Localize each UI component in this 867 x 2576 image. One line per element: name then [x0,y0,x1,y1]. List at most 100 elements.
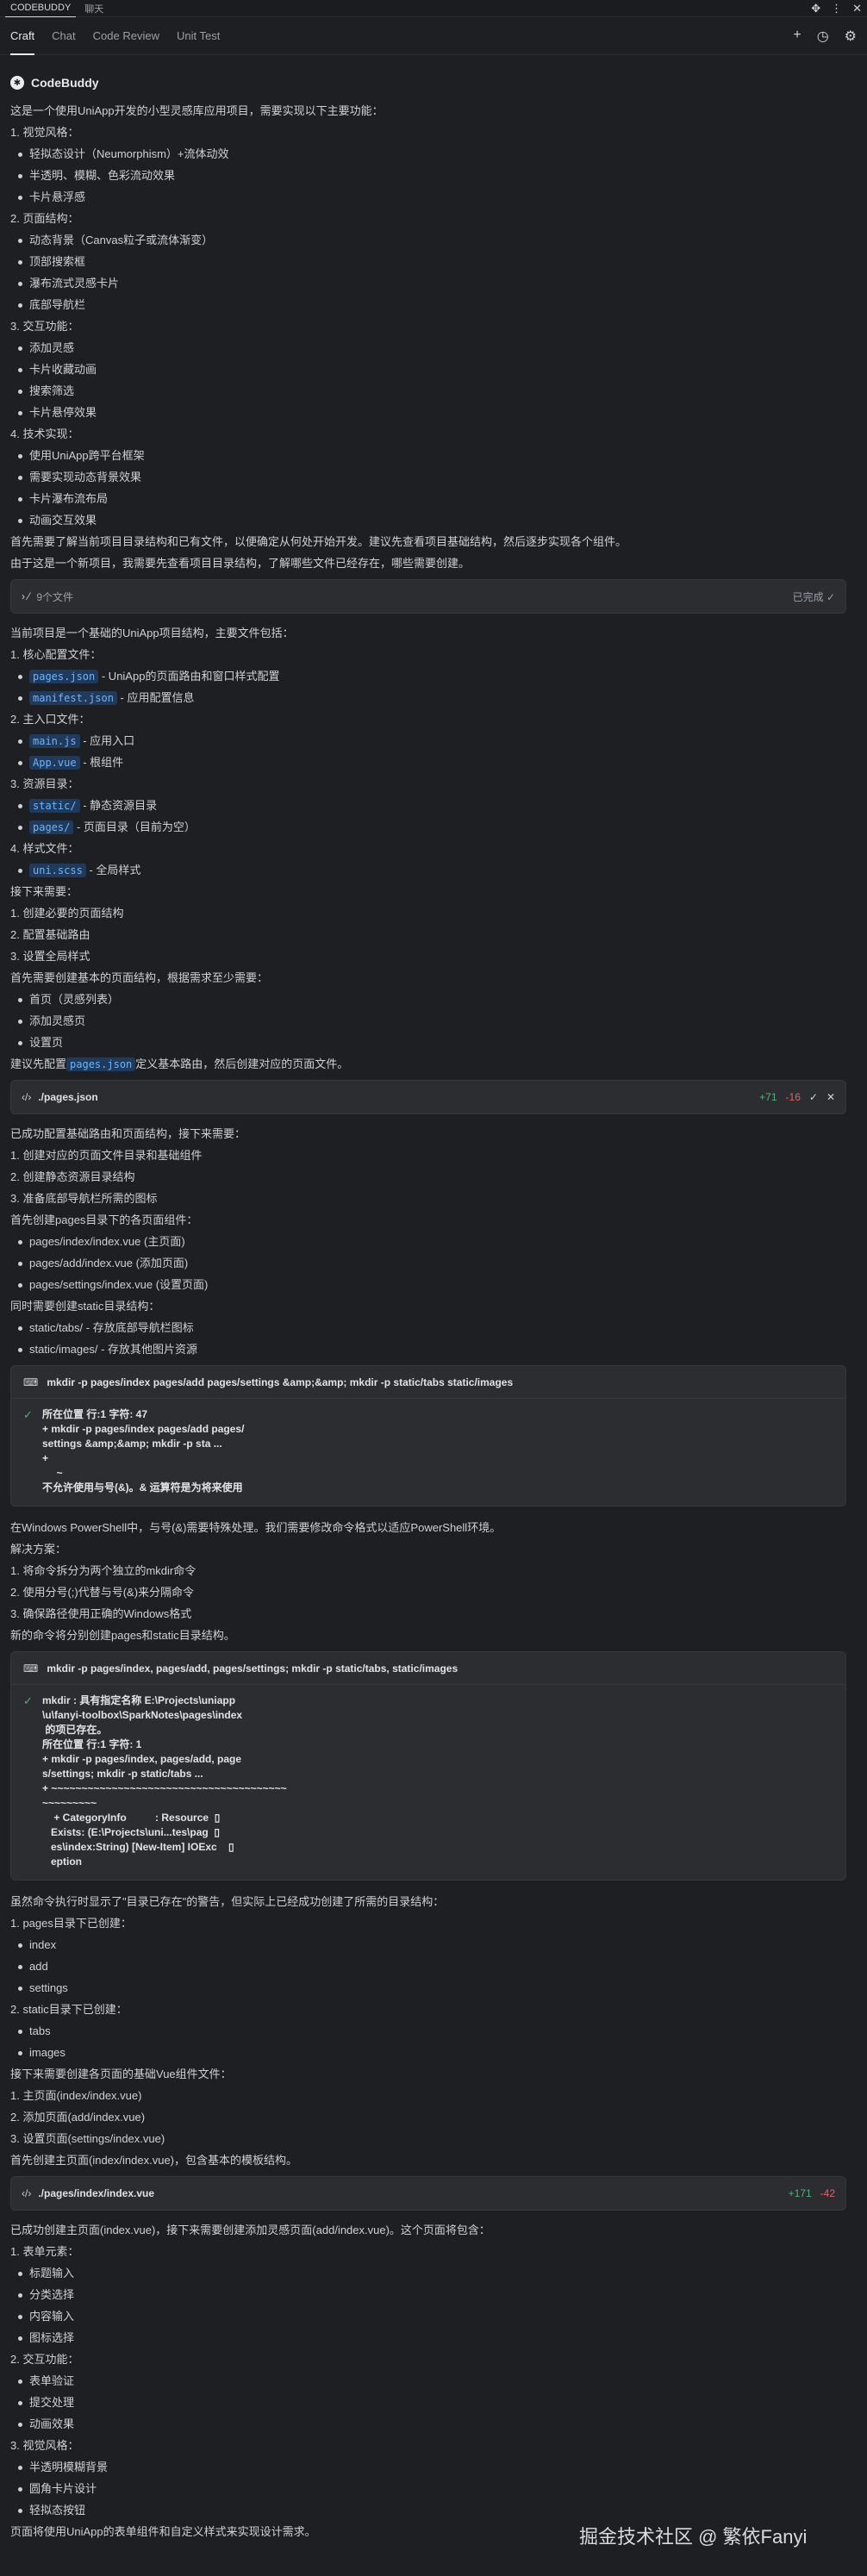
text-line: 由于这是一个新项目，我需要先查看项目目录结构，了解哪些文件已经存在，哪些需要创建… [10,557,471,570]
terminal-output-line: 所在位置 行:1 字符: 47 [42,1408,148,1420]
text-line: 1. 表单元素： [10,2245,79,2258]
text-line: 建议先配置 pages.json 定义基本路由，然后创建对应的页面文件。 [10,1057,349,1071]
message-section-3: 已成功配置基础路由和页面结构，接下来需要： 1. 创建对应的页面文件目录和基础组件… [10,1123,846,1360]
text-line: 首先需要了解当前项目目录结构和已有文件，以便确定从何处开始开发。建议先查看项目基… [10,535,627,548]
accept-icon[interactable]: ✓ [809,1091,818,1103]
list-item: 分类选择 [10,2284,846,2305]
list-item: settings [10,1977,846,1999]
text-line: 当前项目是一个基础的UniApp项目结构，主要文件包括： [10,627,294,639]
list-item: 圆角卡片设计 [10,2478,846,2499]
tab-code-review[interactable]: Code Review [93,17,159,55]
file-link[interactable]: App.vue [29,756,80,770]
list-item: pages/ - 页面目录（目前为空） [10,816,846,838]
text-line: 2. static目录下已创建： [10,2003,128,2016]
list-item: images [10,2042,846,2063]
terminal-command[interactable]: ⌨ mkdir -p pages/index pages/add pages/s… [11,1366,845,1399]
list-item: 动画交互效果 [10,509,846,531]
terminal-icon: ⌨ [23,1662,39,1675]
text-line: 3. 交互功能： [10,320,79,333]
file-diff-card[interactable]: ‹/› ./pages/index/index.vue +171 -42 [10,2176,846,2211]
list-item: 轻拟态按钮 [10,2499,846,2521]
terminal-output: ✓ mkdir : 具有指定名称 E:\Projects\uniapp \u\fa… [11,1685,845,1880]
list-item: 卡片收藏动画 [10,359,846,380]
app-titlebar: CODEBUDDY 聊天 ✥ ⋮ ✕ [0,0,867,17]
terminal-output-line: + CategoryInfo : Resource ▯ [42,1812,221,1824]
tab-craft[interactable]: Craft [10,17,35,55]
list-item: pages/add/index.vue (添加页面) [10,1252,846,1274]
text-line: 2. 主入口文件： [10,713,90,726]
file-list-card[interactable]: › ⁄ 9个文件 已完成 ✓ [10,579,846,614]
terminal-output-line: + [42,1452,49,1464]
terminal-output-line: 的项已存在。 [42,1724,108,1736]
settings-icon[interactable]: ⚙ [845,28,857,45]
lines-added: +171 [788,2187,812,2199]
diff-file-name[interactable]: ./pages/index/index.vue [38,2187,154,2199]
message-section-1: 这是一个使用UniApp开发的小型灵感库应用项目，需要实现以下主要功能： 1. 视… [10,100,846,574]
list-item: main.js - 应用入口 [10,730,846,752]
move-icon[interactable]: ✥ [811,2,820,16]
text-line: 首先创建主页面(index/index.vue)，包含基本的模板结构。 [10,2154,297,2167]
file-link[interactable]: pages.json [66,1057,136,1071]
text-line: 同时需要创建static目录结构： [10,1300,160,1313]
code-icon: ‹/› [22,1091,32,1103]
tab-chat[interactable]: Chat [52,17,75,55]
assistant-name: CodeBuddy [31,76,99,90]
terminal-output-line: mkdir : 具有指定名称 E:\Projects\uniapp [42,1694,236,1706]
text-line: 3. 设置全局样式 [10,950,90,963]
terminal-output-line: \u\fanyi-toolbox\SparkNotes\pages\index [42,1709,243,1721]
lines-removed: -16 [785,1091,801,1103]
file-link[interactable]: pages/ [29,820,74,834]
app-tab-chat[interactable]: 聊天 [76,2,112,16]
file-link[interactable]: static/ [29,799,80,813]
text-line: 2. 添加页面(add/index.vue) [10,2111,146,2124]
list-item: 内容输入 [10,2305,846,2327]
terminal-command[interactable]: ⌨ mkdir -p pages/index, pages/add, pages… [11,1652,845,1685]
code-icon: ‹/› [22,2187,32,2199]
text-line: 虽然命令执行时显示了"目录已存在"的警告，但实际上已经成功创建了所需的目录结构： [10,1895,445,1908]
diff-file-name[interactable]: ./pages.json [38,1091,97,1103]
terminal-output-line: 不允许使用与号(&)。& 运算符是为将来使用 [42,1481,243,1494]
list-item: 动态背景（Canvas粒子或流体渐变） [10,229,846,251]
text-line: 新的命令将分别创建pages和static目录结构。 [10,1629,235,1642]
close-icon[interactable]: ✕ [852,2,862,16]
list-item: 半透明、模糊、色彩流动效果 [10,165,846,186]
file-link[interactable]: uni.scss [29,864,86,877]
status-badge: 已完成 ✓ [792,590,835,603]
history-icon[interactable]: ◷ [817,28,829,45]
command-text: mkdir -p pages/index pages/add pages/set… [47,1375,514,1388]
list-item: 需要实现动态背景效果 [10,466,846,488]
file-link[interactable]: main.js [29,734,80,748]
list-item: 卡片悬浮感 [10,186,846,208]
text-line: 接下来需要创建各页面的基础Vue组件文件： [10,2068,232,2080]
text-line: 4. 技术实现： [10,427,79,440]
codebuddy-logo-icon: ✱ [10,76,24,90]
new-chat-icon[interactable]: + [793,28,801,45]
text-line: 2. 页面结构： [10,212,79,225]
terminal-icon: ⌨ [23,1375,39,1388]
list-item: 顶部搜索框 [10,251,846,272]
app-tab-codebuddy[interactable]: CODEBUDDY [5,0,77,17]
terminal-output: ✓ 所在位置 行:1 字符: 47 + mkdir -p pages/index … [11,1399,845,1506]
list-item: 图标选择 [10,2327,846,2348]
file-diff-card[interactable]: ‹/› ./pages.json +71 -16 ✓ ✕ [10,1080,846,1114]
list-item: 卡片悬停效果 [10,402,846,423]
text-line: 2. 使用分号(;)代替与号(&)来分隔命令 [10,1586,195,1599]
text-line: 4. 样式文件： [10,842,79,855]
more-icon[interactable]: ⋮ [831,2,842,16]
text-line: 1. 将命令拆分为两个独立的mkdir命令 [10,1564,196,1577]
reject-icon[interactable]: ✕ [826,1091,835,1103]
message-section-5: 虽然命令执行时显示了"目录已存在"的警告，但实际上已经成功创建了所需的目录结构：… [10,1891,846,2171]
list-item: static/tabs/ - 存放底部导航栏图标 [10,1317,846,1338]
file-link[interactable]: manifest.json [29,691,117,705]
message-section-6: 已成功创建主页面(index.vue)，接下来需要创建添加灵感页面(add/in… [10,2219,846,2542]
tab-unit-test[interactable]: Unit Test [177,17,220,55]
list-item: uni.scss - 全局样式 [10,859,846,881]
list-item: 半透明模糊背景 [10,2456,846,2478]
file-link[interactable]: pages.json [29,670,99,683]
text-line: 1. 视觉风格： [10,126,79,139]
text-line: 1. 核心配置文件： [10,648,102,661]
text-line: 1. 创建对应的页面文件目录和基础组件 [10,1149,203,1162]
list-item: index [10,1934,846,1955]
list-item: 表单验证 [10,2370,846,2392]
text-line: 这是一个使用UniApp开发的小型灵感库应用项目，需要实现以下主要功能： [10,104,384,117]
